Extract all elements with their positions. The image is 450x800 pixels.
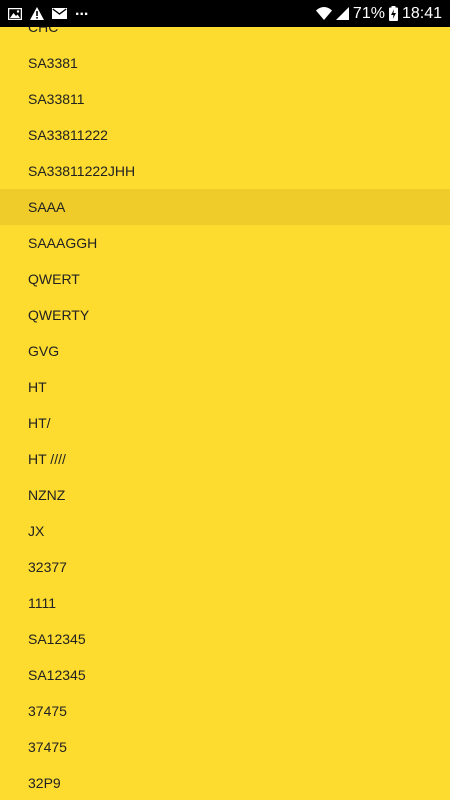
more-notifications-indicator: ... (75, 2, 89, 19)
list-item[interactable]: HT (0, 369, 450, 405)
list-item[interactable]: 32377 (0, 549, 450, 585)
battery-percent: 71% (352, 5, 385, 22)
list-item[interactable]: SA33811 (0, 81, 450, 117)
item-list[interactable]: CHC SA3381 SA33811 SA33811222 SA33811222JHH S… (0, 27, 450, 800)
list-item[interactable]: SAAAGGH (0, 225, 450, 261)
item-list-content: CHC SA3381 SA33811 SA33811222 SA33811222JHH S… (0, 27, 450, 800)
mail-icon (52, 8, 67, 19)
list-item[interactable]: SA33811222JHH (0, 153, 450, 189)
warning-icon (30, 7, 44, 20)
status-bar-notifications: ... (7, 0, 89, 27)
list-item[interactable]: SA3381 (0, 45, 450, 81)
signal-icon (335, 7, 349, 20)
list-item[interactable]: 1111 (0, 585, 450, 621)
image-icon (7, 7, 23, 20)
list-item[interactable]: HT //// (0, 441, 450, 477)
status-bar: ... 71% 18:41 (0, 0, 450, 27)
list-item[interactable]: SAAA (0, 189, 450, 225)
list-item[interactable]: SA12345 (0, 621, 450, 657)
list-item[interactable]: QWERT (0, 261, 450, 297)
list-item[interactable]: 37475 (0, 729, 450, 765)
list-item[interactable]: NZNZ (0, 477, 450, 513)
list-item[interactable]: SA33811222 (0, 117, 450, 153)
list-item[interactable]: 37475 (0, 693, 450, 729)
list-item[interactable]: CHC (0, 27, 450, 45)
clock: 18:41 (401, 5, 442, 22)
list-item[interactable]: HT/ (0, 405, 450, 441)
list-item[interactable]: GVG (0, 333, 450, 369)
wifi-icon (315, 7, 332, 20)
battery-charging-icon (388, 6, 398, 21)
list-item[interactable]: QWERTY (0, 297, 450, 333)
list-item[interactable]: 32P9 (0, 765, 450, 800)
list-item[interactable]: SA12345 (0, 657, 450, 693)
list-item[interactable]: JX (0, 513, 450, 549)
status-bar-system: 71% 18:41 (315, 0, 442, 27)
